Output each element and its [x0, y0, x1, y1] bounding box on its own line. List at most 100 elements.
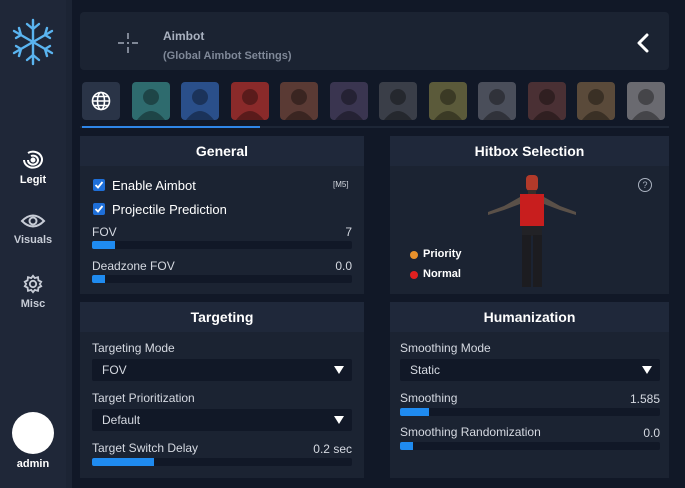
dropdown-arrow-icon [642, 366, 652, 374]
tabs-active-indicator [82, 126, 260, 128]
nav-visuals[interactable]: Visuals [0, 212, 66, 246]
smoothing-randomization-label: Smoothing Randomization [400, 425, 541, 439]
smoothing-randomization-slider[interactable] [400, 442, 660, 450]
tab-global[interactable] [82, 82, 120, 120]
tab-hero-11[interactable] [626, 82, 665, 120]
normal-dot [410, 271, 418, 279]
hero-portrait-icon [631, 89, 660, 120]
humanization-panel: Humanization Smoothing Mode Static Smoot… [390, 302, 669, 478]
fov-label: FOV [92, 225, 117, 239]
humanization-title: Humanization [390, 302, 669, 332]
hero-portrait-icon [334, 89, 363, 120]
smoothing-value: 1.585 [629, 392, 660, 406]
general-panel: General Enable Aimbot [M5] Projectile Pr… [80, 136, 364, 294]
deadzone-fov-slider-fill [92, 275, 105, 283]
username: admin [16, 458, 50, 470]
nav-legit-label: Legit [19, 174, 47, 186]
hero-portrait-icon [483, 89, 511, 120]
hitbox-left-arm[interactable] [488, 197, 520, 215]
tab-hero-3[interactable] [230, 82, 269, 120]
target-prioritization-select[interactable]: Default [92, 409, 352, 431]
hitbox-right-leg[interactable] [533, 235, 542, 287]
smoothing-slider-fill [400, 408, 429, 416]
snowflake-logo-icon [12, 18, 54, 66]
hitbox-model [488, 175, 576, 287]
deadzone-fov-label: Deadzone FOV [92, 259, 175, 273]
tab-hero-9[interactable] [527, 82, 566, 120]
smoothing-randomization-fill [400, 442, 413, 450]
projectile-prediction-label: Projectile Prediction [112, 202, 227, 217]
tab-hero-2[interactable] [181, 82, 219, 120]
back-chevron-icon[interactable] [635, 33, 651, 53]
smoothing-label: Smoothing [400, 391, 458, 405]
smoothing-mode-select[interactable]: Static [400, 359, 660, 381]
targeting-mode-value: FOV [102, 363, 127, 377]
fov-value: 7 [345, 225, 352, 239]
hero-tabs [80, 82, 669, 124]
page-title: Aimbot [163, 29, 205, 43]
hitbox-head[interactable] [526, 175, 538, 191]
target-switch-delay-label: Target Switch Delay [92, 441, 199, 455]
hero-portrait-icon [235, 89, 264, 120]
target-icon [23, 150, 43, 169]
hitbox-panel: Hitbox Selection ? Priority Normal [390, 136, 669, 294]
projectile-prediction-checkbox[interactable] [93, 203, 105, 215]
target-switch-delay-slider[interactable] [92, 458, 352, 466]
tab-hero-5[interactable] [329, 82, 368, 120]
targeting-mode-select[interactable]: FOV [92, 359, 352, 381]
hero-portrait-icon [186, 89, 214, 120]
globe-icon [91, 91, 111, 111]
page-subtitle: (Global Aimbot Settings) [163, 50, 292, 62]
smoothing-randomization-value: 0.0 [643, 426, 660, 440]
hero-portrait-icon [532, 89, 561, 120]
tab-hero-8[interactable] [478, 82, 516, 120]
avatar[interactable] [12, 412, 54, 454]
eye-icon [20, 214, 46, 228]
fov-slider-fill [92, 241, 116, 249]
general-title: General [80, 136, 364, 166]
target-switch-delay-fill [92, 458, 155, 466]
tab-hero-1[interactable] [131, 82, 170, 120]
target-prioritization-value: Default [102, 413, 141, 427]
checkmark-icon [94, 205, 104, 213]
tab-hero-4[interactable] [280, 82, 318, 120]
normal-label: Normal [423, 268, 461, 280]
deadzone-fov-slider[interactable] [92, 275, 352, 283]
nav-legit[interactable]: Legit [0, 150, 66, 186]
hero-portrait-icon [285, 89, 313, 120]
priority-label: Priority [423, 248, 462, 260]
dropdown-arrow-icon [334, 366, 344, 374]
aimbot-keybind[interactable]: [M5] [333, 180, 349, 189]
checkmark-icon [94, 181, 104, 189]
gear-icon [23, 274, 43, 294]
target-prioritization-label: Target Prioritization [92, 391, 195, 405]
hitbox-title: Hitbox Selection [390, 136, 669, 166]
help-icon[interactable]: ? [638, 178, 652, 192]
header: Aimbot (Global Aimbot Settings) [80, 12, 669, 70]
hitbox-torso[interactable] [520, 194, 544, 226]
nav-misc-label: Misc [20, 298, 46, 310]
fov-slider[interactable] [92, 241, 352, 249]
tab-hero-10[interactable] [577, 82, 615, 120]
hero-portrait-icon [582, 89, 610, 120]
nav-visuals-label: Visuals [13, 234, 53, 246]
smoothing-mode-label: Smoothing Mode [400, 341, 491, 355]
hitbox-left-leg[interactable] [522, 235, 531, 287]
deadzone-fov-value: 0.0 [335, 259, 352, 273]
smoothing-slider[interactable] [400, 408, 660, 416]
enable-aimbot-checkbox[interactable] [93, 179, 105, 191]
hero-portrait-icon [433, 89, 462, 120]
tab-hero-6[interactable] [379, 82, 417, 120]
targeting-panel: Targeting Targeting Mode FOV Target Prio… [80, 302, 364, 478]
hero-portrait-icon [136, 89, 165, 120]
targeting-title: Targeting [80, 302, 364, 332]
priority-dot [410, 251, 418, 259]
hero-portrait-icon [384, 89, 412, 120]
nav-misc[interactable]: Misc [0, 274, 66, 310]
enable-aimbot-label: Enable Aimbot [112, 178, 196, 193]
sidebar: Legit Visuals Misc admin [0, 0, 66, 488]
tab-hero-7[interactable] [428, 82, 467, 120]
hitbox-right-arm[interactable] [544, 197, 576, 215]
crosshair-icon [118, 33, 138, 53]
target-switch-delay-value: 0.2 sec [313, 442, 352, 456]
